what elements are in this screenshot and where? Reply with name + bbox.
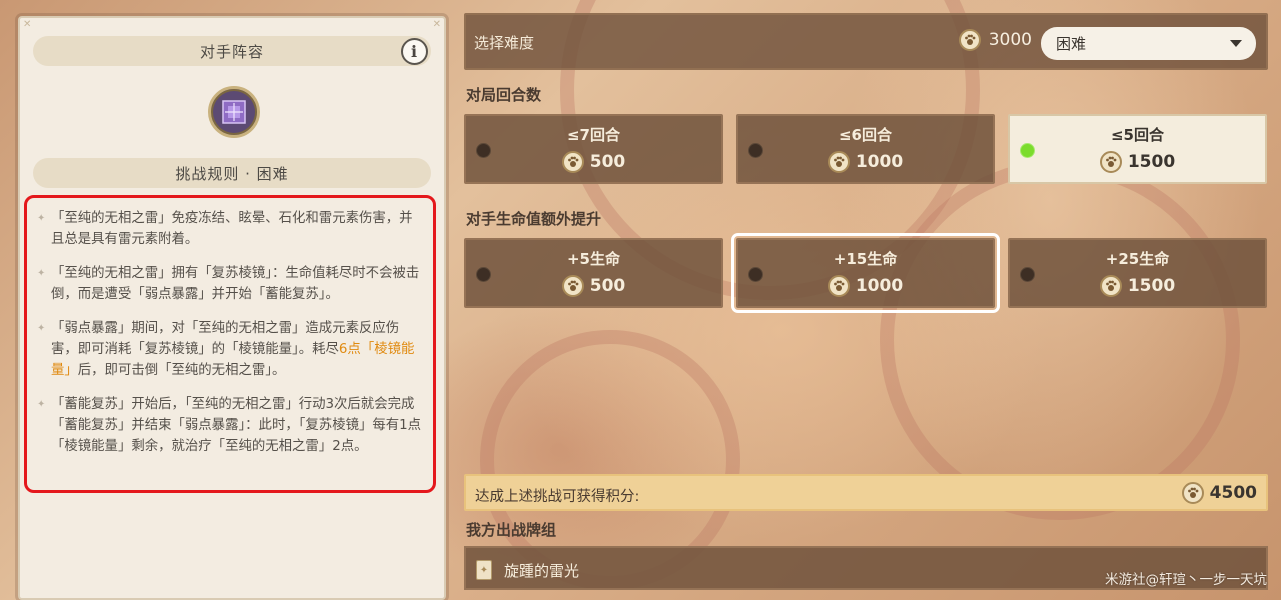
- corner-ornament-icon: ✕: [23, 19, 32, 30]
- option-cost-value: 1500: [1127, 152, 1176, 172]
- rule-text: 「至纯的无相之雷」免疫冻结、眩晕、石化和雷元素伤害，并且总是具有雷元素附着。: [51, 211, 413, 247]
- rule-text: 「至纯的无相之雷」拥有「复苏棱镜」：生命值耗尽时不会被击倒，而是遭受「弱点暴露」…: [51, 266, 420, 302]
- option-label: ≤6回合: [838, 126, 892, 144]
- background-swirl: [880, 160, 1240, 520]
- hp-boost-section-label: 对手生命值额外提升: [466, 210, 602, 228]
- deck-name: 旋踵的雷光: [504, 562, 580, 580]
- opponent-header: 对手阵容 i: [33, 36, 431, 66]
- deck-section-label: 我方出战牌组: [466, 521, 557, 539]
- caret-down-icon: [1230, 40, 1242, 47]
- rounds-option[interactable]: ≤6回合 1000: [736, 114, 995, 184]
- hp-boost-option[interactable]: +5生命 500: [464, 238, 723, 308]
- paw-coin-icon: [561, 275, 584, 297]
- option-label: ≤7回合: [566, 126, 620, 144]
- hp-boost-option-highlighted[interactable]: +15生命 1000: [731, 233, 1000, 313]
- option-cost-value: 1500: [1127, 276, 1176, 296]
- option-label: +5生命: [566, 250, 620, 268]
- paw-coin-icon: [1181, 482, 1204, 504]
- option-cost-value: 1000: [855, 276, 904, 296]
- difficulty-cost-value: 3000: [988, 30, 1032, 50]
- option-cost: 500: [466, 151, 721, 173]
- score-value: 4500: [1209, 483, 1257, 503]
- rules-header: 挑战规则 · 困难: [33, 158, 431, 188]
- opponent-panel: ✕ ✕ 对手阵容 i 挑战规则 · 困难 ✦ 「至纯的无相之雷」免疫冻结、眩晕、…: [18, 16, 446, 600]
- difficulty-selected: 困难: [1056, 35, 1087, 53]
- rule-text: 后，即可击倒「至纯的无相之雷」。: [77, 363, 286, 378]
- rounds-section-label: 对局回合数: [466, 86, 542, 104]
- option-cost: 500: [466, 275, 721, 297]
- rules-title: 挑战规则 · 困难: [175, 164, 289, 183]
- paw-coin-icon: [827, 151, 850, 173]
- option-label: +15生命: [833, 250, 898, 268]
- option-cost: 1500: [1010, 151, 1265, 173]
- watermark: 米游社@轩瑄丶一步一天坑: [1105, 572, 1267, 588]
- rule-item: ✦ 「蓄能复苏」开始后，「至纯的无相之雷」行动3次后就会完成「蓄能复苏」并结束「…: [37, 394, 423, 457]
- score-bar: 达成上述挑战可获得积分: 4500: [464, 474, 1268, 511]
- difficulty-label: 选择难度: [474, 34, 535, 52]
- paw-coin-icon: [1099, 275, 1122, 297]
- option-cost-value: 500: [589, 276, 626, 296]
- paw-coin-icon: [958, 29, 981, 51]
- difficulty-cost: 3000: [958, 29, 1032, 51]
- rounds-option[interactable]: ≤7回合 500: [464, 114, 723, 184]
- hp-boost-option[interactable]: +25生命 1500: [1008, 238, 1267, 308]
- paw-coin-icon: [827, 275, 850, 297]
- opponent-avatar[interactable]: [208, 86, 260, 138]
- option-label: +25生命: [1105, 250, 1170, 268]
- rules-list: ✦ 「至纯的无相之雷」免疫冻结、眩晕、石化和雷元素伤害，并且总是具有雷元素附着。…: [24, 195, 436, 493]
- rule-text: 「蓄能复苏」开始后，「至纯的无相之雷」行动3次后就会完成「蓄能复苏」并结束「弱点…: [51, 397, 422, 454]
- rounds-option-selected[interactable]: ≤5回合 1500: [1008, 114, 1267, 184]
- electro-cube-icon: [222, 100, 246, 124]
- score-total: 4500: [1181, 482, 1257, 504]
- sparkle-bullet-icon: ✦: [37, 268, 46, 279]
- rule-item: ✦ 「至纯的无相之雷」拥有「复苏棱镜」：生命值耗尽时不会被击倒，而是遭受「弱点暴…: [37, 263, 423, 305]
- sparkle-bullet-icon: ✦: [37, 399, 46, 410]
- option-label: ≤5回合: [1110, 126, 1164, 144]
- difficulty-bar: 选择难度 3000 困难: [464, 13, 1268, 70]
- opponent-title: 对手阵容: [199, 42, 264, 61]
- sparkle-bullet-icon: ✦: [37, 213, 46, 224]
- corner-ornament-icon: ✕: [432, 19, 441, 30]
- rule-item: ✦ 「至纯的无相之雷」免疫冻结、眩晕、石化和雷元素伤害，并且总是具有雷元素附着。: [37, 208, 423, 250]
- score-label: 达成上述挑战可获得积分:: [475, 489, 640, 505]
- option-cost: 1500: [1010, 275, 1265, 297]
- rule-item: ✦ 「弱点暴露」期间，对「至纯的无相之雷」造成元素反应伤害，即可消耗「复苏棱镜」…: [37, 318, 423, 381]
- difficulty-dropdown[interactable]: 困难: [1041, 27, 1256, 60]
- option-cost-value: 1000: [855, 152, 904, 172]
- option-cost: 1000: [738, 151, 993, 173]
- option-cost: 1000: [738, 275, 993, 297]
- option-cost-value: 500: [589, 152, 626, 172]
- card-deck-icon: ✦: [476, 560, 492, 580]
- paw-coin-icon: [1099, 151, 1122, 173]
- info-icon[interactable]: i: [401, 38, 428, 65]
- sparkle-bullet-icon: ✦: [37, 323, 46, 334]
- paw-coin-icon: [561, 151, 584, 173]
